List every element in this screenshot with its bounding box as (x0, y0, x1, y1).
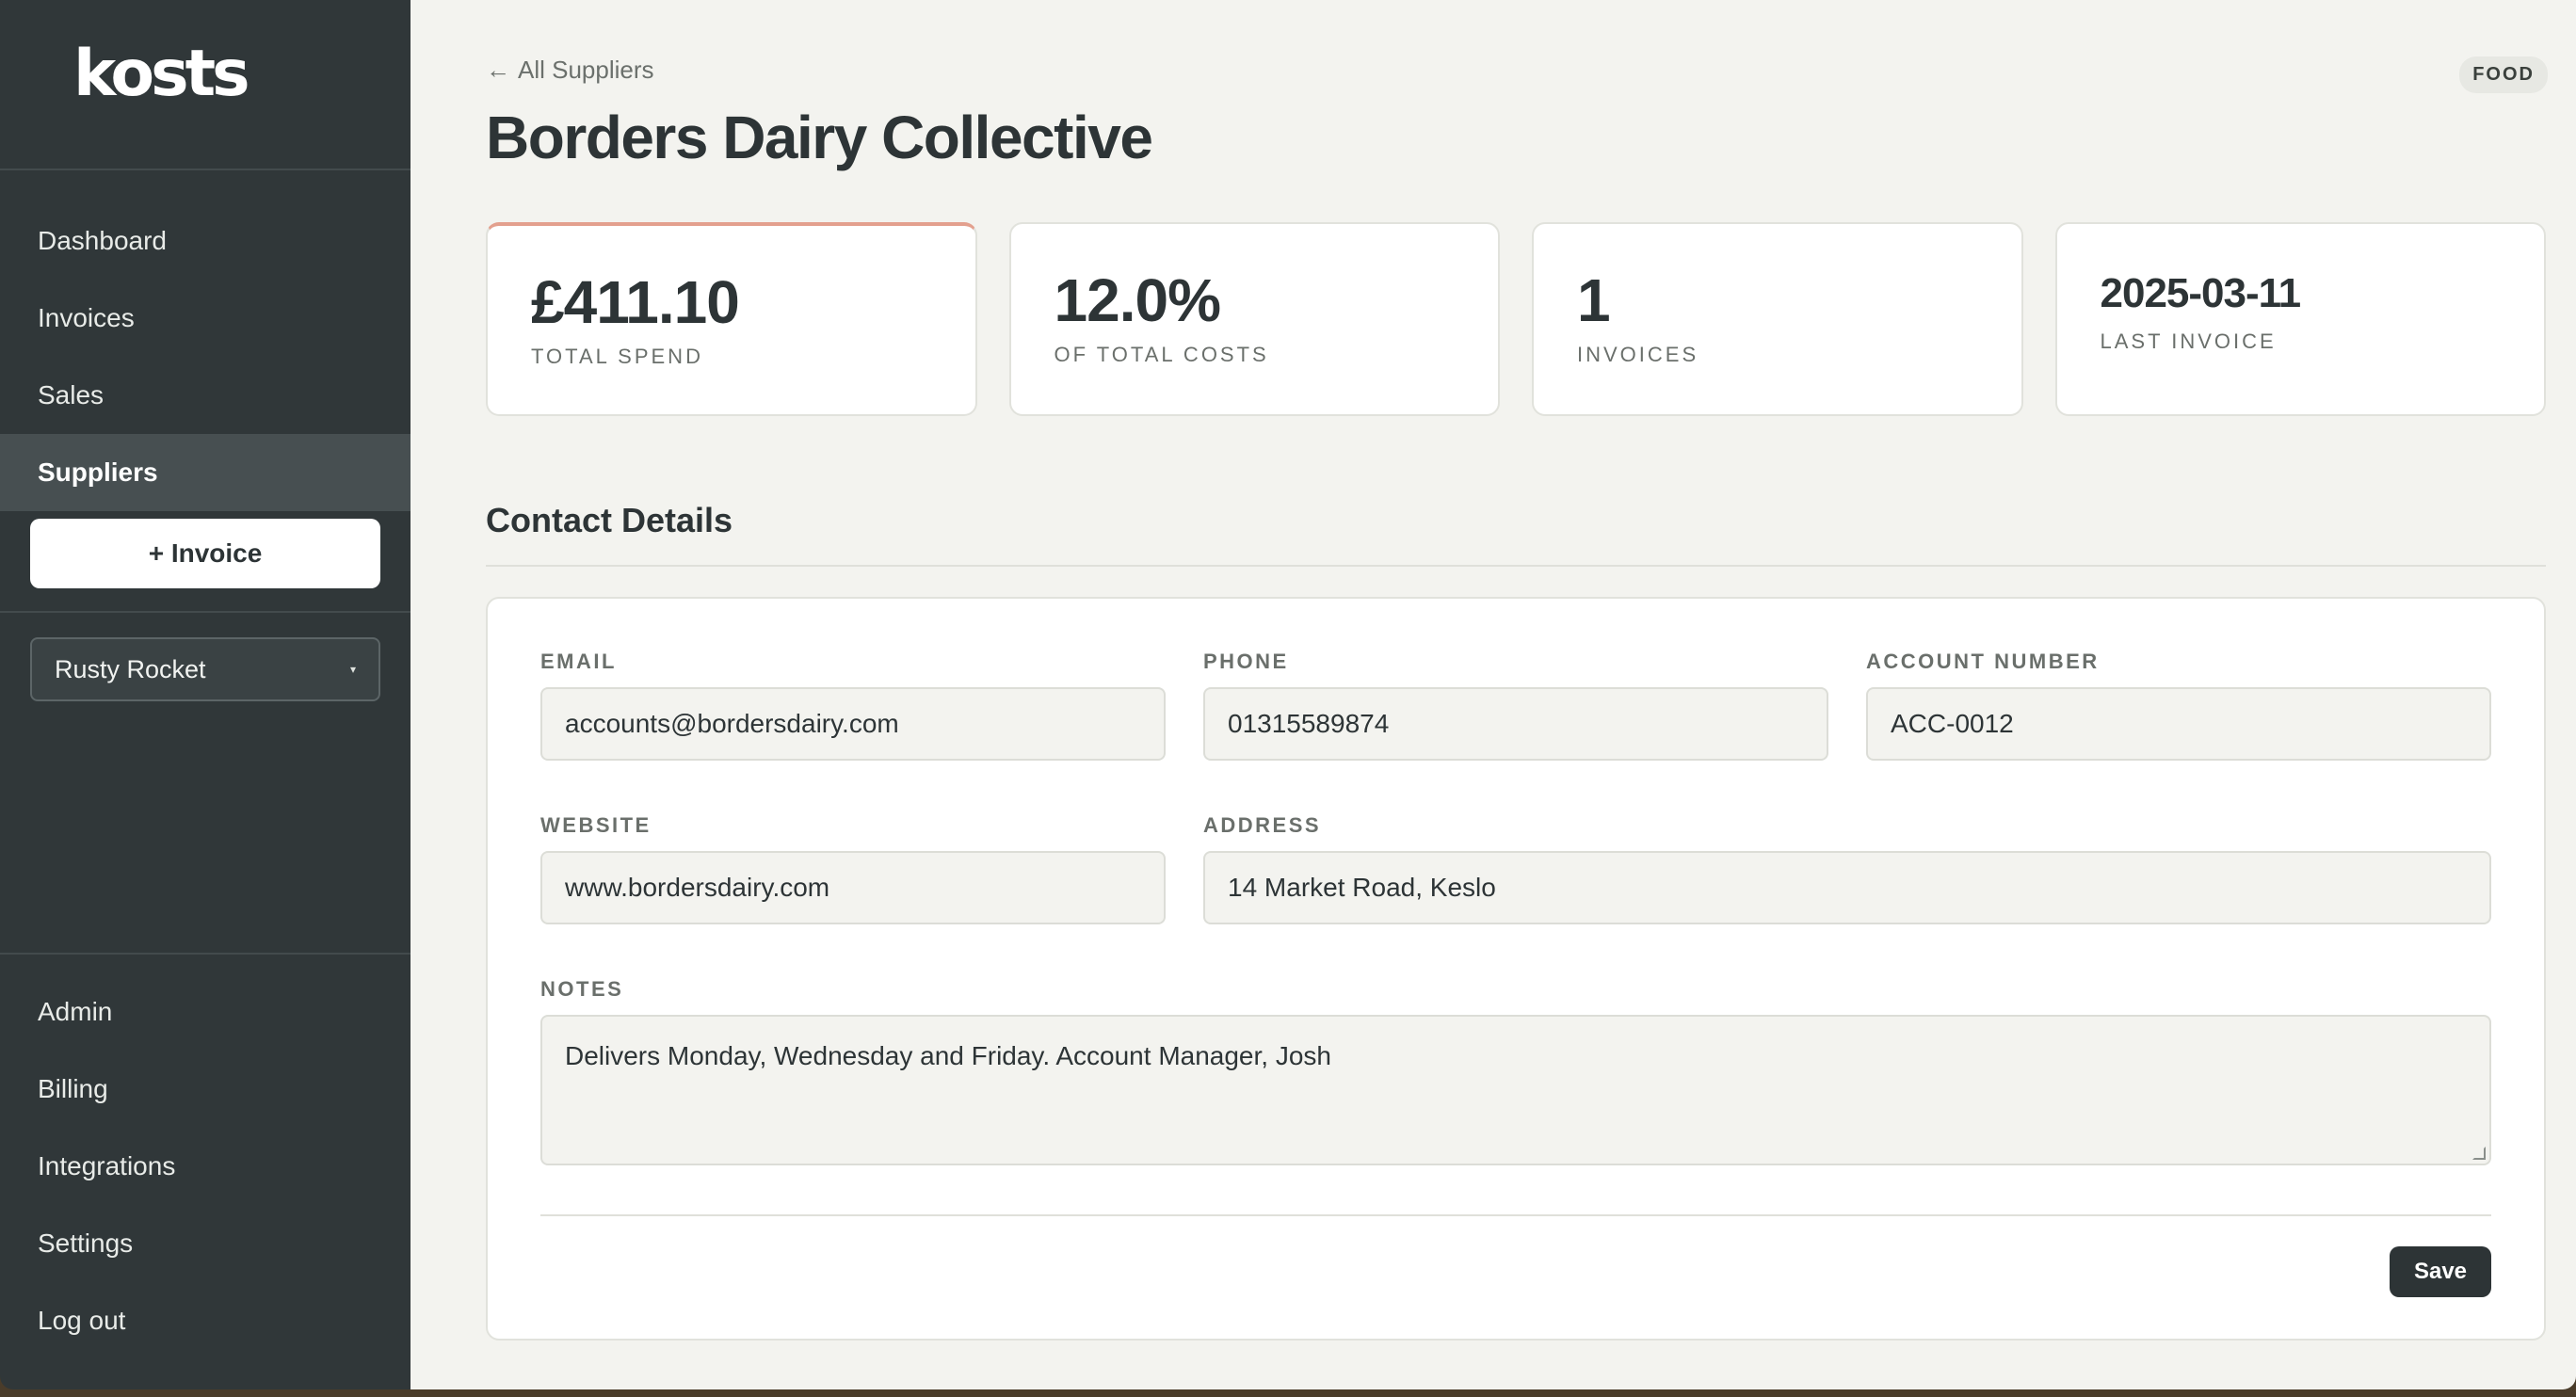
sidebar-item-sales[interactable]: Sales (0, 357, 411, 434)
stat-label: LAST INVOICE (2100, 329, 2277, 353)
category-badge: FOOD (2459, 56, 2548, 93)
stat-value: 12.0% (1054, 266, 1221, 334)
app-logo[interactable]: kosts (73, 41, 411, 107)
arrow-left-icon: ← (486, 55, 510, 84)
back-link[interactable]: ← All Suppliers (486, 53, 2546, 87)
stat-value: 2025-03-11 (2100, 270, 2302, 316)
sidebar-divider (0, 611, 411, 613)
account-number-field-group: ACCOUNT NUMBER ACC-0012 (1866, 650, 2491, 761)
sidebar: kosts Dashboard Invoices Sales Suppliers… (0, 0, 411, 1389)
email-label: EMAIL (540, 650, 617, 673)
sidebar-item-integrations[interactable]: Integrations (0, 1128, 411, 1205)
phone-field-group: PHONE 01315589874 (1203, 650, 1828, 761)
stat-card-invoices: 1 INVOICES (1532, 222, 2023, 416)
website-field[interactable]: www.bordersdairy.com (540, 851, 1166, 924)
sidebar-item-dashboard[interactable]: Dashboard (0, 202, 411, 280)
contact-form: EMAIL accounts@bordersdairy.com PHONE 01… (486, 597, 2546, 1341)
phone-label: PHONE (1203, 650, 1289, 673)
chevron-down-icon: ▾ (349, 663, 356, 676)
venue-select-value: Rusty Rocket (55, 654, 206, 683)
stat-label: INVOICES (1577, 343, 1699, 366)
brand-area: kosts (0, 0, 411, 170)
form-row: WEBSITE www.bordersdairy.com ADDRESS 14 … (540, 813, 2491, 924)
phone-field[interactable]: 01315589874 (1203, 687, 1828, 761)
form-divider (540, 1214, 2491, 1216)
stat-label: TOTAL SPEND (531, 345, 703, 368)
form-actions: Save (540, 1246, 2491, 1297)
notes-label: NOTES (540, 977, 624, 1001)
notes-text: Delivers Monday, Wednesday and Friday. A… (565, 1041, 1331, 1070)
sidebar-item-billing[interactable]: Billing (0, 1051, 411, 1128)
website-field-group: WEBSITE www.bordersdairy.com (540, 813, 1166, 924)
sidebar-item-settings[interactable]: Settings (0, 1205, 411, 1282)
bottom-nav: Admin Billing Integrations Settings Log … (0, 953, 411, 1389)
address-label: ADDRESS (1203, 813, 1322, 837)
account-number-field[interactable]: ACC-0012 (1866, 687, 2491, 761)
email-field-group: EMAIL accounts@bordersdairy.com (540, 650, 1166, 761)
add-invoice-button[interactable]: + Invoice (30, 519, 380, 588)
stat-value: 1 (1577, 266, 1611, 334)
stat-card-last-invoice: 2025-03-11 LAST INVOICE (2054, 222, 2546, 416)
address-field-group: ADDRESS 14 Market Road, Keslo (1203, 813, 2491, 924)
sidebar-item-suppliers[interactable]: Suppliers (0, 434, 411, 511)
address-field[interactable]: 14 Market Road, Keslo (1203, 851, 2491, 924)
venue-select[interactable]: Rusty Rocket ▾ (30, 637, 380, 701)
form-row: EMAIL accounts@bordersdairy.com PHONE 01… (540, 650, 2491, 761)
sidebar-item-admin[interactable]: Admin (0, 973, 411, 1051)
notes-textarea[interactable]: Delivers Monday, Wednesday and Friday. A… (540, 1015, 2491, 1165)
app-window: kosts Dashboard Invoices Sales Suppliers… (0, 0, 2576, 1389)
website-label: WEBSITE (540, 813, 652, 837)
main-content: ← All Suppliers FOOD Borders Dairy Colle… (411, 0, 2576, 1389)
resize-handle-icon[interactable] (2472, 1147, 2486, 1160)
stat-label: OF TOTAL COSTS (1054, 343, 1269, 366)
sidebar-item-invoices[interactable]: Invoices (0, 280, 411, 357)
stats-row: £411.10 TOTAL SPEND 12.0% OF TOTAL COSTS… (486, 222, 2546, 416)
main-nav: Dashboard Invoices Sales Suppliers (0, 170, 411, 511)
stat-card-share-of-costs: 12.0% OF TOTAL COSTS (1008, 222, 1500, 416)
notes-field-group: NOTES Delivers Monday, Wednesday and Fri… (540, 977, 2491, 1165)
form-row: NOTES Delivers Monday, Wednesday and Fri… (540, 977, 2491, 1165)
page-title: Borders Dairy Collective (486, 104, 1153, 171)
save-button[interactable]: Save (2390, 1246, 2491, 1297)
stat-card-total-spend: £411.10 TOTAL SPEND (486, 222, 977, 416)
account-number-label: ACCOUNT NUMBER (1866, 650, 2100, 673)
email-field[interactable]: accounts@bordersdairy.com (540, 687, 1166, 761)
stat-value: £411.10 (531, 268, 740, 336)
sidebar-item-logout[interactable]: Log out (0, 1282, 411, 1359)
back-link-label: All Suppliers (518, 55, 654, 84)
section-title-contact: Contact Details (486, 501, 2546, 567)
